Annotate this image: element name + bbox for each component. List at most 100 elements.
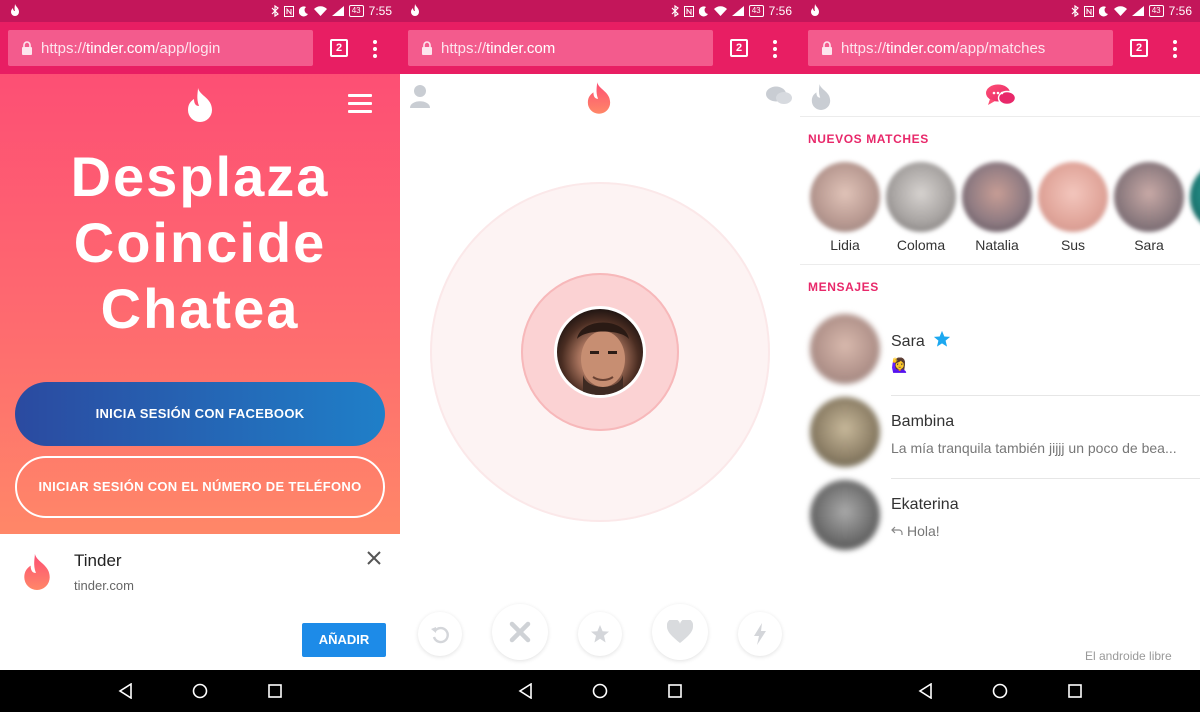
clock: 7:56 [1168, 4, 1192, 18]
lock-icon [822, 41, 832, 55]
message-row[interactable]: Bambina La mía tranquila también jijjj u… [800, 397, 1200, 479]
match-name: Coloma [896, 237, 946, 253]
status-bar: 43 7:56 [400, 0, 800, 22]
login-screen: 43 7:55 https://tinder.com/app/login 2 D… [0, 0, 400, 712]
browser-menu-icon[interactable] [773, 40, 777, 58]
browser-toolbar: https://tinder.com/app/matches 2 [800, 22, 1200, 74]
headline-line-2: Coincide [73, 211, 327, 274]
facebook-login-button[interactable]: INICIA SESIÓN CON FACEBOOK [15, 382, 385, 446]
match-item[interactable]: Sus [1037, 162, 1109, 253]
nope-button[interactable] [492, 604, 548, 660]
match-name: Sus [1060, 237, 1086, 253]
headline-line-3: Chatea [100, 277, 300, 340]
nfc-icon [283, 5, 294, 17]
message-avatar [810, 480, 880, 550]
super-like-button[interactable] [578, 612, 622, 656]
watermark: El androide libre [1085, 649, 1172, 663]
tab-switcher-button[interactable]: 2 [1130, 39, 1148, 57]
battery-indicator: 43 [348, 5, 364, 17]
bluetooth-icon [271, 5, 279, 17]
tinder-flame-icon[interactable] [586, 82, 612, 114]
browser-toolbar: https://tinder.com/app/login 2 [0, 22, 400, 74]
tinder-flame-icon[interactable] [810, 84, 832, 110]
url-host: tinder.com [86, 39, 156, 57]
message-sender: Sara [891, 330, 951, 351]
star-icon [934, 330, 951, 347]
profile-icon[interactable] [410, 84, 430, 108]
match-item[interactable]: Natalia [961, 162, 1033, 253]
battery-indicator: 43 [748, 5, 764, 17]
home-icon[interactable] [192, 683, 208, 699]
browser-menu-icon[interactable] [1173, 40, 1177, 58]
match-item[interactable]: Sara [1113, 162, 1185, 253]
home-icon[interactable] [592, 683, 608, 699]
user-avatar [554, 306, 646, 398]
message-row[interactable]: Ekaterina Hola! [800, 480, 1200, 560]
messages-label: MENSAJES [808, 280, 879, 294]
header-divider [800, 116, 1200, 117]
browser-menu-icon[interactable] [373, 40, 377, 58]
match-avatar [962, 162, 1032, 232]
wifi-icon [713, 6, 727, 16]
bluetooth-icon [1071, 5, 1079, 17]
signal-icon [1131, 6, 1144, 16]
url-path: /app/login [155, 39, 221, 57]
signal-icon [731, 6, 744, 16]
tab-switcher-button[interactable]: 2 [730, 39, 748, 57]
tinder-notification-icon [11, 4, 19, 16]
url-field[interactable]: https://tinder.com/app/matches [808, 30, 1113, 66]
close-icon[interactable] [366, 550, 382, 566]
back-icon[interactable] [118, 683, 134, 699]
chat-icon[interactable] [986, 84, 1016, 108]
url-field[interactable]: https://tinder.com/app/login [8, 30, 313, 66]
bluetooth-icon [671, 5, 679, 17]
rewind-button[interactable] [418, 612, 462, 656]
match-item[interactable]: C [1189, 162, 1200, 253]
headline-line-1: Desplaza [70, 145, 330, 208]
url-field[interactable]: https://tinder.com [408, 30, 713, 66]
nfc-icon [683, 5, 694, 17]
do-not-disturb-icon [698, 5, 708, 16]
home-icon[interactable] [992, 683, 1008, 699]
match-avatar [1114, 162, 1184, 232]
phone-login-button[interactable]: INICIAR SESIÓN CON EL NÚMERO DE TELÉFONO [15, 456, 385, 518]
new-matches-label: NUEVOS MATCHES [808, 132, 929, 146]
menu-icon[interactable] [348, 94, 372, 114]
message-row[interactable]: Sara 🙋‍♀️ [800, 314, 1200, 396]
recents-icon[interactable] [1067, 683, 1083, 699]
status-bar: 43 7:55 [0, 0, 400, 22]
message-sender-name: Bambina [891, 413, 955, 430]
url-prefix: https:// [841, 39, 887, 57]
lock-icon [422, 41, 432, 55]
do-not-disturb-icon [298, 5, 308, 16]
url-prefix: https:// [41, 39, 87, 57]
nfc-icon [1083, 5, 1094, 17]
recents-icon[interactable] [667, 683, 683, 699]
recents-icon[interactable] [267, 683, 283, 699]
banner-title: Tinder [74, 551, 122, 570]
url-host: tinder.com [486, 39, 556, 57]
navigation-bar [0, 670, 400, 712]
back-icon[interactable] [518, 683, 534, 699]
match-avatar [1190, 162, 1200, 232]
add-button[interactable]: AÑADIR [302, 623, 386, 657]
back-icon[interactable] [918, 683, 934, 699]
like-button[interactable] [652, 604, 708, 660]
tinder-notification-icon [411, 4, 419, 16]
tinder-app-icon [24, 554, 50, 590]
chat-icon[interactable] [766, 86, 792, 106]
status-bar: 43 7:56 [800, 0, 1200, 22]
message-preview: La mía tranquila también jijjj un poco d… [891, 440, 1177, 456]
boost-button[interactable] [738, 612, 782, 656]
new-matches-carousel: Lidia Coloma Natalia Sus Sara C [800, 162, 1200, 262]
message-sender-name: Sara [891, 333, 925, 350]
match-name: C [1189, 237, 1200, 253]
match-item[interactable]: Coloma [885, 162, 957, 253]
tab-switcher-button[interactable]: 2 [330, 39, 348, 57]
action-bar [400, 604, 800, 664]
signal-icon [331, 6, 344, 16]
section-divider [800, 264, 1200, 265]
match-item[interactable]: Lidia [809, 162, 881, 253]
do-not-disturb-icon [1098, 5, 1108, 16]
nope-icon [509, 621, 531, 643]
